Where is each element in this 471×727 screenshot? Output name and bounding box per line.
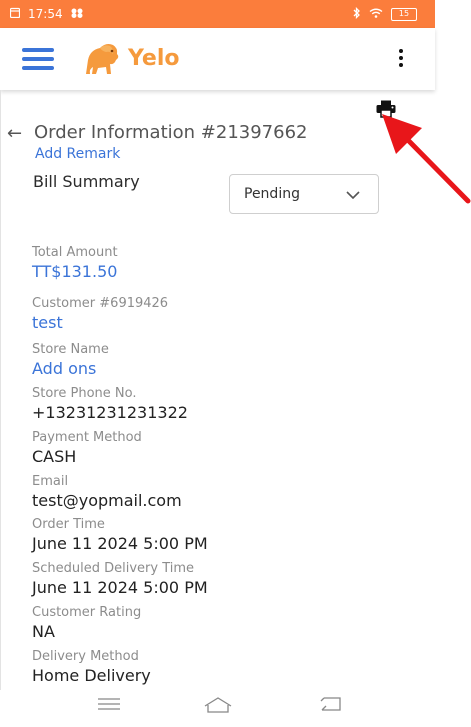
field-value: June 11 2024 5:00 PM [32,534,208,553]
field-value: June 11 2024 5:00 PM [32,578,208,597]
order-time-field: Order Time June 11 2024 5:00 PM [32,517,208,554]
field-label: Scheduled Delivery Time [32,561,195,576]
annotation-arrow [382,114,471,204]
lion-logo [80,38,122,80]
order-detail: ← Order Information #21397662 Add Remark… [0,90,435,690]
field-value: test@yopmail.com [32,491,182,510]
notification-icon [71,7,83,21]
store-phone-field: Store Phone No. +13231231231322 [32,386,188,423]
total-amount-field: Total Amount TT$131.50 [32,245,118,282]
field-label: Delivery Method [32,649,139,664]
nav-home-icon[interactable] [203,696,233,718]
calendar-icon [9,7,21,21]
app-bar: Yelo [0,28,435,90]
bill-summary-heading: Bill Summary [33,172,140,191]
brand-name: Yelo [128,46,180,71]
wifi-icon [369,7,383,21]
battery-level: 15 [398,9,410,18]
nav-menu-icon[interactable] [96,696,126,718]
order-status-select[interactable]: Pending [229,174,379,214]
field-label: Customer #6919426 [32,296,169,311]
field-label: Payment Method [32,430,142,445]
field-value: NA [32,622,55,641]
field-value: +13231231231322 [32,403,188,422]
field-label: Customer Rating [32,605,142,620]
store-name-link[interactable]: Add ons [32,359,109,379]
field-label: Total Amount [32,245,118,260]
status-time: 17:54 [28,7,63,21]
divider [0,90,1,690]
field-label: Store Name [32,342,109,357]
customer-name-link[interactable]: test [32,313,168,333]
back-arrow-icon[interactable]: ← [7,123,22,144]
page-title: Order Information #21397662 [34,122,308,143]
email-field: Email test@yopmail.com [32,474,182,511]
field-value: CASH [32,447,77,466]
add-remark-link[interactable]: Add Remark [35,146,120,162]
more-vert-icon[interactable] [394,46,408,72]
delivery-method-field: Delivery Method Home Delivery [32,649,151,686]
field-label: Order Time [32,517,105,532]
system-nav-bar [0,690,471,727]
field-label: Email [32,474,69,489]
chevron-down-icon [346,191,360,199]
menu-icon[interactable] [22,48,54,70]
scheduled-delivery-field: Scheduled Delivery Time June 11 2024 5:0… [32,561,208,598]
customer-rating-field: Customer Rating NA [32,605,141,642]
store-name-field: Store Name Add ons [32,342,109,379]
battery-icon: 15 [391,7,417,21]
nav-back-icon[interactable] [318,696,348,718]
field-value: TT$131.50 [32,262,118,281]
status-selected-value: Pending [244,186,300,202]
field-label: Store Phone No. [32,386,137,401]
customer-field: Customer #6919426 test [32,296,168,333]
status-bar: 17:54 15 [0,0,435,28]
bluetooth-icon [353,6,361,22]
field-value: Home Delivery [32,666,151,685]
payment-method-field: Payment Method CASH [32,430,142,467]
